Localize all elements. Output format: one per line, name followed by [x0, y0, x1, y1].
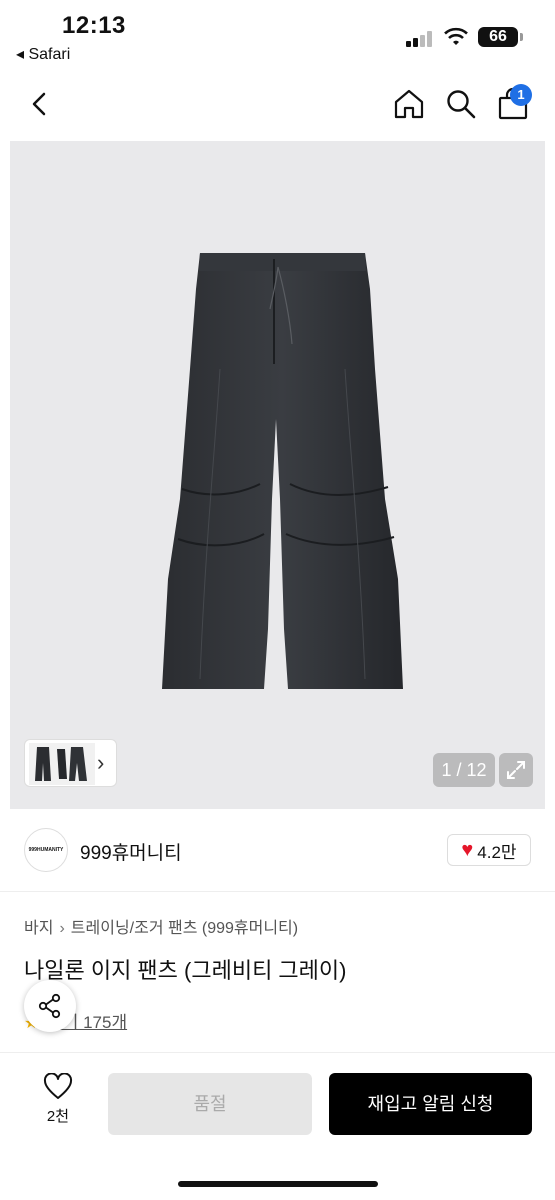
wishlist-count: 2천	[46, 1108, 70, 1125]
search-icon[interactable]	[444, 87, 478, 121]
wifi-icon	[444, 27, 468, 45]
status-bar: 12:13 ◂ Safari 66	[0, 0, 555, 70]
expand-button[interactable]	[499, 753, 533, 787]
chevron-right-icon[interactable]: ›	[97, 750, 104, 776]
brand-like-count: 4.2만	[477, 842, 517, 862]
wishlist-button[interactable]: 2천	[36, 1073, 80, 1126]
breadcrumb-item-category[interactable]: 트레이닝/조거 팬츠 (999휴머니티)	[71, 920, 298, 937]
brand-logo-text: 999HUMANITY	[28, 847, 64, 853]
thumbnail-image	[29, 743, 95, 785]
product-title: 나일론 이지 팬츠 (그레비티 그레이)	[24, 958, 347, 983]
soldout-button: 품절	[108, 1073, 312, 1135]
restock-alert-button[interactable]: 재입고 알림 신청	[329, 1073, 532, 1135]
bottom-action-bar: 2천 품절 재입고 알림 신청	[0, 1052, 555, 1200]
chevron-right-icon: ›	[59, 920, 65, 937]
thumbnail-strip[interactable]: ›	[24, 739, 117, 787]
brand-logo[interactable]: 999HUMANITY	[24, 828, 68, 872]
home-icon[interactable]	[392, 87, 426, 121]
breadcrumb-item-pants[interactable]: 바지	[24, 920, 53, 937]
home-indicator	[178, 1181, 378, 1187]
battery-tip	[520, 33, 523, 41]
back-to-safari[interactable]: ◂ Safari	[16, 44, 70, 64]
battery-indicator: 66	[478, 27, 518, 47]
brand-row: 999HUMANITY 999휴머니티 ♥ 4.2만	[0, 810, 555, 892]
share-button[interactable]	[24, 980, 76, 1032]
brand-like-button[interactable]: ♥ 4.2만	[447, 834, 531, 866]
product-image-pants	[162, 253, 403, 689]
image-counter: 1 / 12	[433, 753, 495, 787]
breadcrumb: 바지 › 트레이닝/조거 팬츠 (999휴머니티)	[24, 914, 298, 938]
status-time: 12:13	[62, 12, 126, 39]
share-icon	[38, 993, 61, 1019]
back-arrow-icon[interactable]	[24, 88, 56, 120]
heart-outline-icon	[43, 1073, 73, 1099]
heart-filled-icon: ♥	[461, 838, 474, 861]
signal-icon	[406, 31, 432, 47]
expand-icon	[507, 761, 525, 779]
product-image-gallery[interactable]: › 1 / 12	[10, 141, 545, 809]
cart-count-badge: 1	[510, 84, 532, 106]
brand-name[interactable]: 999휴머니티	[80, 838, 182, 865]
top-nav: 1	[0, 70, 555, 140]
